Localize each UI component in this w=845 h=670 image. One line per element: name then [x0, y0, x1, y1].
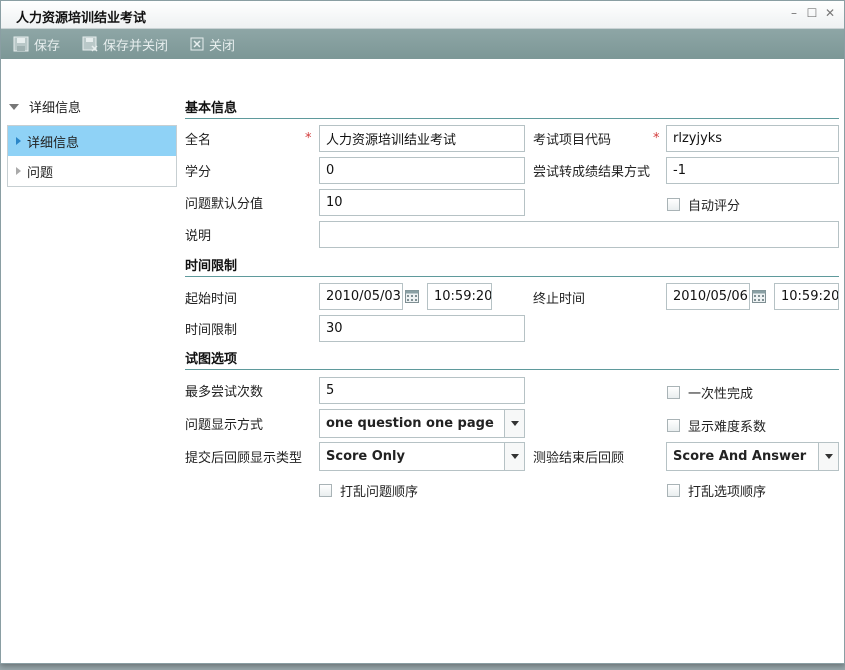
- default-score-input[interactable]: 10: [319, 189, 525, 216]
- save-button[interactable]: 保存: [13, 35, 60, 54]
- dropdown-button[interactable]: [818, 443, 838, 470]
- end-clock-input[interactable]: 10:59:20: [774, 283, 839, 310]
- convert-method-input[interactable]: -1: [666, 157, 839, 184]
- auto-grade-label: 自动评分: [688, 199, 741, 214]
- full-name-input[interactable]: 人力资源培训结业考试: [319, 125, 525, 152]
- review-type-select[interactable]: Score Only: [319, 442, 525, 471]
- difficulty-option: 显示难度系数: [667, 416, 766, 435]
- credit-input[interactable]: 0: [319, 157, 525, 184]
- save-and-close-button[interactable]: 保存并关闭: [82, 35, 168, 54]
- display-mode-value: one question one page: [326, 416, 494, 431]
- collapse-triangle-icon: [9, 103, 19, 110]
- shuffle-questions-checkbox[interactable]: [319, 484, 332, 497]
- time-limit-label: 时间限制: [185, 323, 238, 338]
- convert-method-label: 尝试转成绩结果方式: [533, 165, 651, 180]
- window-controls: – ☐ ✕: [788, 6, 836, 20]
- time-limit-input[interactable]: 30: [319, 315, 525, 342]
- maximize-icon[interactable]: ☐: [806, 6, 818, 20]
- arrow-right-icon: [16, 137, 21, 145]
- start-date-input[interactable]: 2010/05/03: [319, 283, 403, 310]
- chevron-down-icon: [510, 421, 519, 426]
- credit-label: 学分: [185, 165, 212, 180]
- full-name-label: 全名: [185, 133, 212, 148]
- arrow-right-icon: [16, 167, 21, 175]
- review-type-value: Score Only: [326, 449, 405, 464]
- close-label: 关闭: [209, 38, 236, 54]
- nav-item-label: 问题: [27, 165, 54, 181]
- end-time-label: 终止时间: [533, 292, 586, 307]
- review-after-select[interactable]: Score And Answer: [666, 442, 839, 471]
- start-clock-input[interactable]: 10:59:20: [427, 283, 492, 310]
- section-attempt-title: 试图选项: [185, 348, 839, 370]
- auto-grade-checkbox[interactable]: [667, 198, 680, 211]
- exam-code-label: 考试项目代码: [533, 133, 612, 148]
- review-after-label: 测验结束后回顾: [533, 451, 625, 466]
- shuffle-options-option: 打乱选项顺序: [667, 481, 766, 500]
- one-time-label: 一次性完成: [688, 387, 754, 402]
- section-basic-title: 基本信息: [185, 97, 839, 119]
- shuffle-options-checkbox[interactable]: [667, 484, 680, 497]
- calendar-icon[interactable]: [752, 290, 766, 303]
- nav-list: 详细信息 问题: [7, 125, 177, 187]
- display-mode-label: 问题显示方式: [185, 418, 264, 433]
- nav-header[interactable]: 详细信息: [9, 97, 81, 116]
- one-time-checkbox[interactable]: [667, 386, 680, 399]
- calendar-icon[interactable]: [405, 290, 419, 303]
- shuffle-options-label: 打乱选项顺序: [688, 485, 767, 500]
- required-mark: *: [305, 131, 312, 146]
- shuffle-questions-option: 打乱问题顺序: [319, 481, 418, 500]
- nav-item-details[interactable]: 详细信息: [8, 126, 176, 156]
- save-icon: [13, 36, 29, 52]
- display-mode-select[interactable]: one question one page: [319, 409, 525, 438]
- one-time-option: 一次性完成: [667, 383, 753, 402]
- start-time-label: 起始时间: [185, 292, 238, 307]
- description-label: 说明: [185, 229, 212, 244]
- review-type-label: 提交后回顾显示类型: [185, 451, 303, 466]
- window-title: 人力资源培训结业考试: [16, 11, 147, 26]
- close-button[interactable]: 关闭: [190, 35, 235, 54]
- close-x-icon: [190, 37, 204, 51]
- description-input[interactable]: [319, 221, 839, 248]
- toolbar: 保存 保存并关闭 关闭: [1, 29, 844, 59]
- nav-item-questions[interactable]: 问题: [8, 156, 176, 186]
- shuffle-questions-label: 打乱问题顺序: [340, 485, 419, 500]
- save-close-label: 保存并关闭: [103, 38, 169, 54]
- difficulty-label: 显示难度系数: [688, 420, 767, 435]
- default-score-label: 问题默认分值: [185, 197, 264, 212]
- minimize-icon[interactable]: –: [788, 6, 800, 20]
- dialog-window: 人力资源培训结业考试 – ☐ ✕ 保存 保存并关闭 关闭 详细信息 详细信息 问…: [0, 0, 845, 664]
- chevron-down-icon: [824, 454, 833, 459]
- dropdown-button[interactable]: [504, 443, 524, 470]
- auto-grade-option: 自动评分: [667, 195, 740, 214]
- section-time-title: 时间限制: [185, 255, 839, 277]
- close-icon[interactable]: ✕: [824, 6, 836, 20]
- chevron-down-icon: [510, 454, 519, 459]
- end-date-input[interactable]: 2010/05/06: [666, 283, 750, 310]
- dropdown-button[interactable]: [504, 410, 524, 437]
- nav-header-label: 详细信息: [29, 101, 82, 116]
- save-close-icon: [82, 36, 98, 52]
- nav-item-label: 详细信息: [27, 135, 80, 151]
- exam-code-input[interactable]: rlzyjyks: [666, 125, 839, 152]
- difficulty-checkbox[interactable]: [667, 419, 680, 432]
- review-after-value: Score And Answer: [673, 449, 807, 464]
- max-attempts-input[interactable]: 5: [319, 377, 525, 404]
- max-attempts-label: 最多尝试次数: [185, 385, 264, 400]
- save-label: 保存: [34, 38, 61, 54]
- title-bar[interactable]: 人力资源培训结业考试 – ☐ ✕: [1, 1, 844, 29]
- required-mark: *: [653, 131, 660, 146]
